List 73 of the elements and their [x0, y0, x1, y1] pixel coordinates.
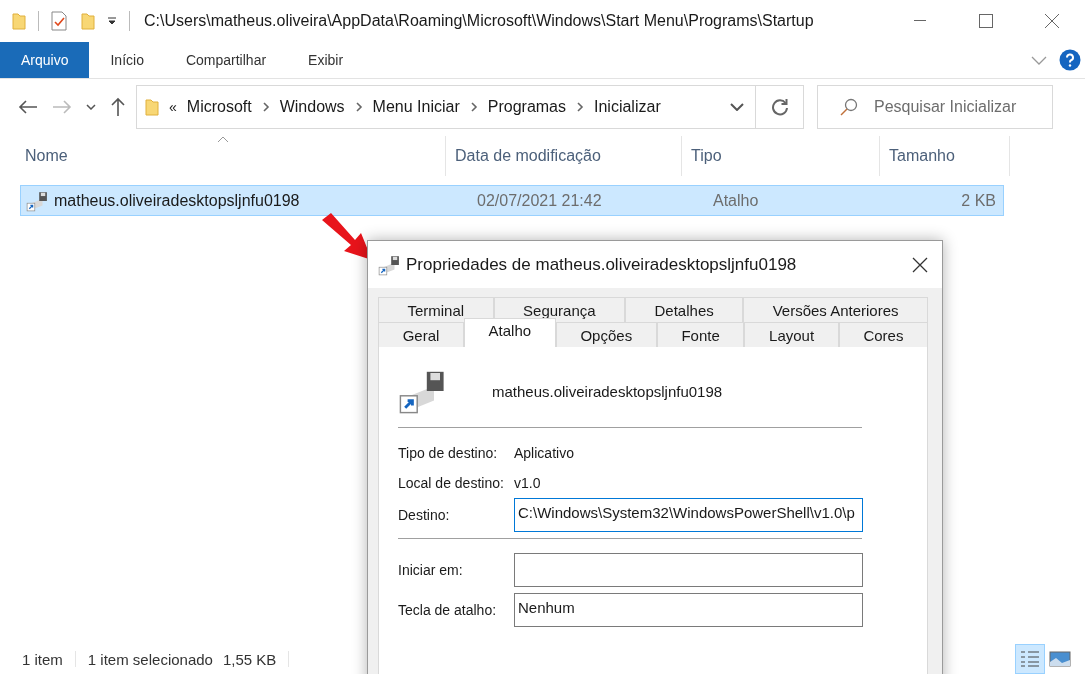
dialog-tab[interactable]: Cores [838, 322, 929, 347]
input-field[interactable]: Nenhum [514, 593, 863, 627]
details-list-icon [1020, 650, 1040, 668]
window-title: C:\Users\matheus.oliveira\AppData\Roaming\Microsoft\Windows\Start Menu\Programs\Startup [144, 12, 814, 30]
field-value: Aplicativo [514, 445, 574, 461]
file-name: matheus.oliveiradesktopsljnfu0198 [53, 191, 301, 210]
help-icon[interactable] [1059, 49, 1081, 71]
shortcut-icon [26, 189, 48, 212]
input-field[interactable] [514, 553, 863, 587]
chevron-right-icon [576, 102, 584, 112]
item-count: 1 item [22, 650, 63, 668]
breadcrumb[interactable]: Inicializar [594, 98, 661, 116]
chevron-down-icon[interactable] [730, 103, 744, 111]
chevron-right-icon [469, 102, 478, 112]
close-icon [1044, 13, 1060, 29]
column-header[interactable]: Tamanho [880, 136, 1010, 176]
breadcrumb[interactable]: Microsoft [186, 98, 252, 116]
shortcut-icon [378, 253, 400, 276]
dialog-tab[interactable]: Versões Anteriores [743, 297, 928, 322]
ribbon-tab[interactable]: Exibir [287, 42, 365, 78]
back-arrow-icon[interactable] [18, 99, 38, 115]
dialog-tab[interactable]: Layout [744, 322, 839, 347]
dialog-tab[interactable]: Terminal [378, 297, 494, 322]
dialog-tab[interactable]: Opções [555, 322, 657, 347]
dialog-tab[interactable]: Geral [378, 322, 464, 347]
folder-icon [81, 12, 95, 30]
dialog-title: Propriedades de matheus.oliveiradesktopsljnfu0198 [406, 254, 797, 275]
shortcut-name: matheus.oliveiradesktopsljnfu0198 [492, 382, 723, 400]
dialog-tab[interactable]: Atalho [463, 318, 556, 347]
breadcrumb[interactable]: Menu Iniciar [372, 98, 460, 116]
folder-icon [145, 98, 159, 116]
input-field[interactable]: C:\Windows\System32\WindowsPowerShell\v1.0\p [514, 498, 863, 532]
dialog-tab[interactable]: Segurança [493, 297, 626, 322]
close-icon[interactable] [912, 256, 928, 273]
field-label: Destino: [398, 505, 451, 525]
minimize-icon [914, 20, 926, 22]
file-date: 02/07/2021 21:42 [476, 191, 603, 210]
search-field[interactable]: Pesquisar Inicializar [817, 85, 1053, 129]
file-type: Atalho [712, 191, 760, 210]
folder-icon [12, 12, 26, 30]
chevron-right-icon [261, 102, 270, 112]
up-arrow-icon[interactable] [110, 97, 126, 117]
landscape-picture-icon [1049, 651, 1071, 667]
chevron-right-icon [354, 102, 363, 112]
dialog-tab[interactable]: Fonte [656, 322, 745, 347]
chevron-down-icon[interactable] [86, 104, 96, 110]
ribbon-tab[interactable]: Início [89, 42, 165, 78]
sort-caret-icon [216, 136, 229, 143]
details-view-button[interactable] [1015, 644, 1045, 674]
field-label: Tipo de destino: [398, 443, 499, 463]
field-value: v1.0 [514, 475, 541, 491]
selection-size: 1,55 KB [222, 650, 277, 668]
overflow-chevron[interactable]: « [169, 99, 177, 115]
caret-icon[interactable] [107, 17, 117, 25]
breadcrumb[interactable]: Programas [487, 98, 566, 116]
column-header[interactable]: Tipo [682, 136, 880, 176]
maximize-icon [979, 14, 993, 28]
refresh-icon[interactable] [770, 98, 789, 116]
search-icon [840, 98, 858, 116]
address-bar[interactable]: « Microsoft Windows Menu Iniciar Programas Inicializar [136, 85, 804, 129]
selection-count: 1 item selecionado [87, 650, 213, 668]
dialog-tab[interactable]: Detalhes [625, 297, 744, 322]
column-header[interactable]: Nome [0, 136, 446, 176]
field-label: Iniciar em: [398, 560, 464, 580]
checklist-icon[interactable] [51, 11, 67, 31]
column-header[interactable]: Data de modificação [446, 136, 682, 176]
breadcrumb[interactable]: Windows [279, 98, 345, 116]
file-size: 2 KB [960, 191, 997, 210]
ribbon-tab[interactable]: Compartilhar [164, 42, 288, 78]
ribbon-tab[interactable]: Arquivo [0, 42, 90, 78]
file-row[interactable]: matheus.oliveiradesktopsljnfu0198 02/07/2021 21:42 Atalho 2 KB [20, 185, 1004, 216]
field-label: Local de destino: [398, 473, 504, 493]
field-label: Tecla de atalho: [398, 600, 498, 620]
